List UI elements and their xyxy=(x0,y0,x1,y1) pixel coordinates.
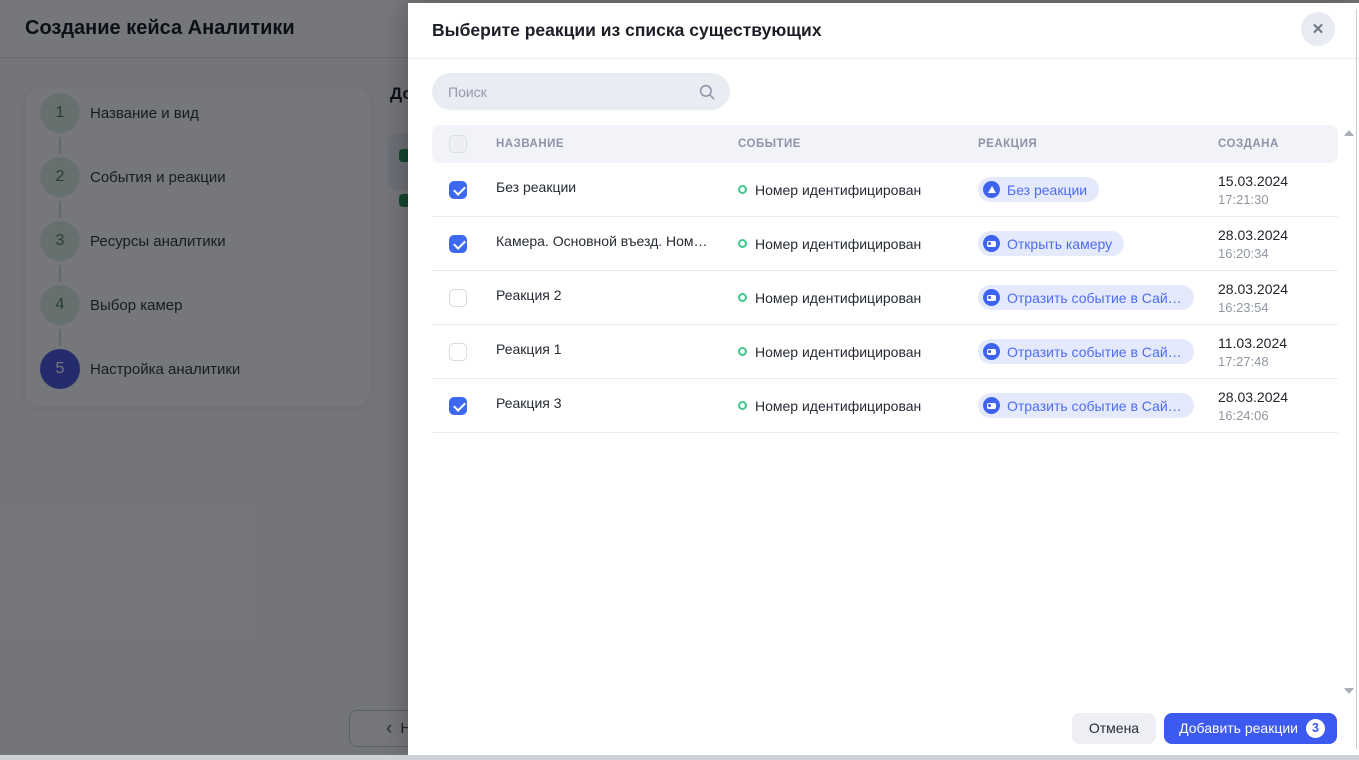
selected-count-badge: 3 xyxy=(1306,719,1325,738)
reaction-label: Открыть камеру xyxy=(1007,236,1112,252)
event-name: Номер идентифицирован xyxy=(755,182,921,198)
select-reactions-modal: Выберите реакции из списка существующих … xyxy=(408,3,1359,755)
reaction-name: Реакция 3 xyxy=(496,395,562,411)
column-header-created: СОЗДАНА xyxy=(1218,138,1338,150)
row-checkbox[interactable] xyxy=(449,397,467,415)
no-reaction-icon xyxy=(983,181,1000,198)
event-status-icon xyxy=(738,293,747,302)
camera-icon xyxy=(983,289,1000,306)
created-date: 28.03.2024 xyxy=(1218,388,1338,406)
event-status-icon xyxy=(738,185,747,194)
reaction-label: Отразить событие в Сай… xyxy=(1007,344,1182,360)
table-row[interactable]: Реакция 3 Номер идентифицирован Отразить… xyxy=(432,379,1338,433)
event-name: Номер идентифицирован xyxy=(755,344,921,360)
cancel-button[interactable]: Отмена xyxy=(1072,713,1156,744)
reaction-name: Реакция 2 xyxy=(496,287,562,303)
search-box[interactable] xyxy=(432,73,730,110)
table-row[interactable]: Реакция 1 Номер идентифицирован Отразить… xyxy=(432,325,1338,379)
camera-icon xyxy=(983,235,1000,252)
table-row[interactable]: Реакция 2 Номер идентифицирован Отразить… xyxy=(432,271,1338,325)
column-header-event: СОБЫТИЕ xyxy=(738,138,978,150)
created-date: 15.03.2024 xyxy=(1218,172,1338,190)
reaction-badge: Отразить событие в Сай… xyxy=(978,393,1194,418)
row-checkbox[interactable] xyxy=(449,289,467,307)
column-header-reaction: РЕАКЦИЯ xyxy=(978,138,1218,150)
created-time: 16:24:06 xyxy=(1218,407,1338,424)
event-status-icon xyxy=(738,401,747,410)
modal-footer: Отмена Добавить реакции 3 xyxy=(408,708,1359,748)
reaction-label: Отразить событие в Сай… xyxy=(1007,398,1182,414)
add-reactions-label: Добавить реакции xyxy=(1179,720,1298,736)
reaction-name: Реакция 1 xyxy=(496,341,562,357)
scroll-down-arrow-icon[interactable] xyxy=(1344,688,1354,694)
reaction-label: Отразить событие в Сай… xyxy=(1007,290,1182,306)
event-name: Номер идентифицирован xyxy=(755,398,921,414)
modal-title: Выберите реакции из списка существующих xyxy=(432,20,822,41)
reaction-badge: Отразить событие в Сай… xyxy=(978,339,1194,364)
created-date: 28.03.2024 xyxy=(1218,226,1338,244)
camera-icon xyxy=(983,397,1000,414)
divider xyxy=(408,58,1359,59)
reaction-name: Камера. Основной въезд. Ном… xyxy=(496,233,708,249)
close-button[interactable]: ✕ xyxy=(1301,12,1335,46)
row-checkbox[interactable] xyxy=(449,343,467,361)
created-time: 16:23:54 xyxy=(1218,299,1338,316)
event-name: Номер идентифицирован xyxy=(755,236,921,252)
reaction-badge: Открыть камеру xyxy=(978,231,1124,256)
scrollbar-track[interactable] xyxy=(1356,9,1357,749)
event-name: Номер идентифицирован xyxy=(755,290,921,306)
reaction-badge: Отразить событие в Сай… xyxy=(978,285,1194,310)
window-bottom-edge xyxy=(0,755,1359,760)
close-icon: ✕ xyxy=(1312,22,1325,37)
row-checkbox[interactable] xyxy=(449,181,467,199)
reaction-label: Без реакции xyxy=(1007,182,1087,198)
camera-icon xyxy=(983,343,1000,360)
row-checkbox[interactable] xyxy=(449,235,467,253)
created-time: 16:20:34 xyxy=(1218,245,1338,262)
search-input[interactable] xyxy=(448,84,698,100)
table-header-row: НАЗВАНИЕ СОБЫТИЕ РЕАКЦИЯ СОЗДАНА xyxy=(432,125,1338,163)
created-time: 17:27:48 xyxy=(1218,353,1338,370)
created-time: 17:21:30 xyxy=(1218,191,1338,208)
table-row[interactable]: Без реакции Номер идентифицирован Без ре… xyxy=(432,163,1338,217)
reaction-badge: Без реакции xyxy=(978,177,1099,202)
created-date: 28.03.2024 xyxy=(1218,280,1338,298)
created-date: 11.03.2024 xyxy=(1218,334,1338,352)
scroll-up-arrow-icon[interactable] xyxy=(1344,130,1354,136)
event-status-icon xyxy=(738,239,747,248)
event-status-icon xyxy=(738,347,747,356)
reaction-name: Без реакции xyxy=(496,179,576,195)
add-reactions-button[interactable]: Добавить реакции 3 xyxy=(1164,713,1337,744)
table-row[interactable]: Камера. Основной въезд. Ном… Номер идент… xyxy=(432,217,1338,271)
column-header-name: НАЗВАНИЕ xyxy=(496,138,738,150)
search-icon xyxy=(698,83,716,101)
reactions-table: НАЗВАНИЕ СОБЫТИЕ РЕАКЦИЯ СОЗДАНА Без реа… xyxy=(432,125,1338,433)
select-all-checkbox[interactable] xyxy=(449,135,467,153)
